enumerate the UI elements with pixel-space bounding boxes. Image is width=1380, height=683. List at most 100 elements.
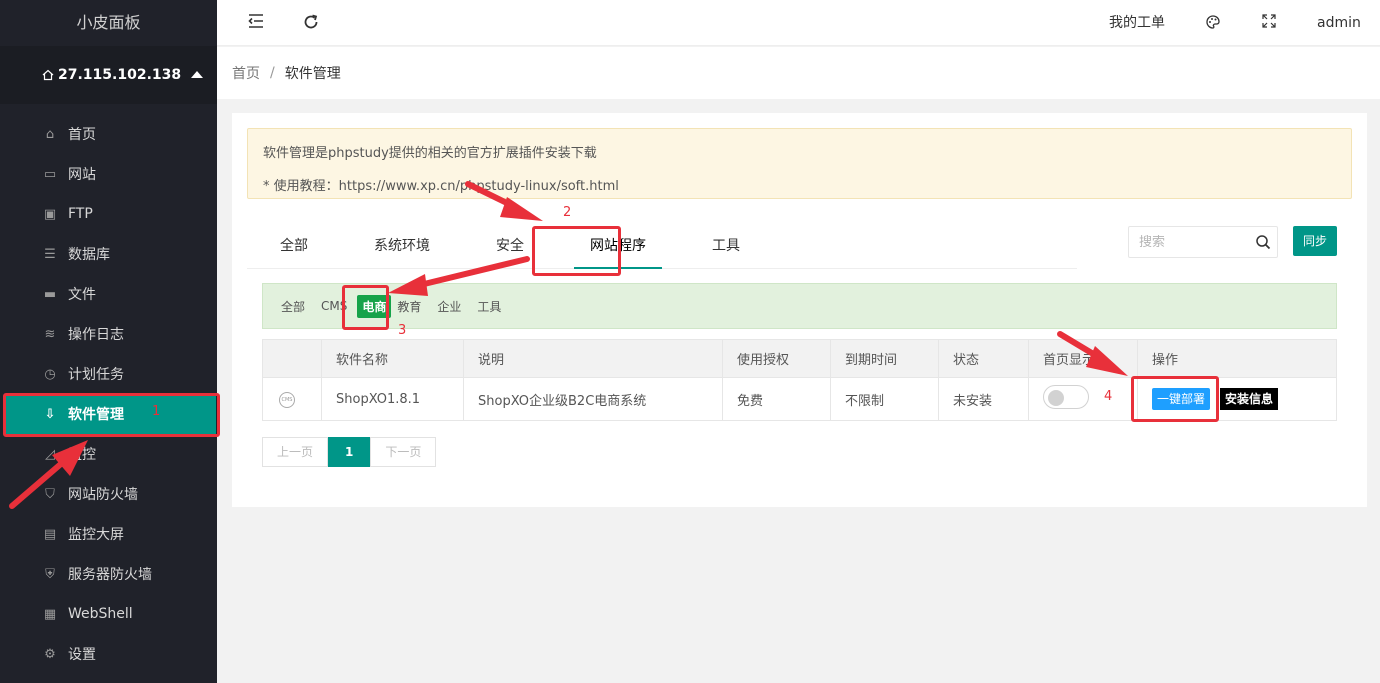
breadcrumb-home[interactable]: 首页: [232, 63, 260, 83]
subcategory-filter: 全部 CMS 电商 教育 企业 工具: [262, 283, 1337, 329]
content-card: 软件管理是phpstudy提供的相关的官方扩展插件安装下载 * 使用教程：htt…: [232, 113, 1367, 507]
search-icon[interactable]: [1255, 234, 1271, 250]
home-small-icon: [42, 69, 54, 81]
tab-tools[interactable]: 工具: [679, 215, 773, 269]
sidebar-item-label: 数据库: [68, 247, 110, 263]
row-desc: ShopXO企业级B2C电商系统: [463, 377, 723, 421]
caret-up-icon[interactable]: [191, 71, 203, 78]
notice-line-2: * 使用教程：https://www.xp.cn/phpstudy-linux/…: [263, 179, 619, 194]
refresh-icon[interactable]: [302, 14, 320, 32]
breadcrumb-separator: /: [270, 65, 275, 81]
sidebar: 小皮面板 27.115.102.138 ⌂ 首页 ▭ 网站 ▣ FTP ☰ 数据库 ▬ 文…: [0, 0, 217, 683]
col-desc: 说明: [463, 339, 723, 378]
row-name: ShopXO1.8.1: [321, 377, 464, 421]
my-tickets-link[interactable]: 我的工单: [1109, 0, 1165, 46]
menu-collapse-icon[interactable]: [247, 14, 265, 32]
screen-icon: ▤: [43, 526, 57, 542]
filter-tools[interactable]: 工具: [475, 296, 503, 317]
sidebar-item-label: 服务器防火墙: [68, 567, 152, 583]
gear-icon: ⚙: [44, 646, 56, 662]
row-license: 免费: [722, 377, 831, 421]
sidebar-item-label: WebShell: [68, 606, 133, 622]
app-logo: 小皮面板: [0, 0, 217, 46]
sidebar-item-label: 计划任务: [68, 367, 124, 383]
annotation-number-2: 2: [563, 205, 572, 220]
shield-check-icon: ⛨: [45, 566, 55, 582]
fullscreen-icon[interactable]: [1260, 14, 1278, 32]
notice-line-1: 软件管理是phpstudy提供的相关的官方扩展插件安装下载: [263, 146, 597, 161]
toggle-knob: [1048, 390, 1064, 406]
sidebar-item-settings[interactable]: ⚙ 设置: [0, 634, 217, 674]
sidebar-item-label: 操作日志: [68, 327, 124, 343]
prev-page-button[interactable]: 上一页: [262, 437, 329, 467]
install-info-button[interactable]: 安装信息: [1220, 388, 1279, 410]
sidebar-item-firewall[interactable]: ⛨ 服务器防火墙: [0, 554, 217, 594]
server-selector[interactable]: 27.115.102.138: [0, 46, 217, 104]
annotation-box-4: [1131, 376, 1219, 422]
breadcrumb-current: 软件管理: [284, 66, 341, 82]
sidebar-item-label: 文件: [68, 287, 96, 303]
col-expire: 到期时间: [830, 339, 939, 378]
next-page-button[interactable]: 下一页: [370, 437, 437, 467]
annotation-number-3: 3: [398, 323, 407, 338]
filter-education[interactable]: 教育: [395, 296, 423, 317]
server-ip: 27.115.102.138: [58, 67, 182, 83]
page-1-button[interactable]: 1: [328, 437, 371, 467]
sidebar-item-label: 网站: [68, 167, 96, 183]
database-icon: ☰: [44, 246, 56, 262]
layers-icon: ≋: [44, 326, 56, 342]
filter-enterprise[interactable]: 企业: [435, 296, 463, 317]
annotation-box-3: [342, 285, 389, 330]
filter-all[interactable]: 全部: [279, 296, 307, 317]
row-expire: 不限制: [830, 377, 939, 421]
row-icon-cell: CMS: [262, 377, 322, 421]
sidebar-item-ftp[interactable]: ▣ FTP: [0, 194, 217, 234]
sidebar-item-home[interactable]: ⌂ 首页: [0, 114, 217, 154]
col-homepage: 首页显示: [1028, 339, 1138, 378]
annotation-box-1: [3, 393, 220, 437]
monitor-icon: ▭: [43, 166, 57, 182]
search-input[interactable]: [1139, 234, 1249, 250]
annotation-number-1: 1: [152, 404, 161, 419]
tab-all[interactable]: 全部: [247, 215, 341, 269]
sync-button[interactable]: 同步: [1293, 226, 1337, 256]
sidebar-item-label: 首页: [68, 127, 96, 143]
theme-palette-icon[interactable]: [1204, 14, 1222, 32]
sidebar-item-label: 监控: [68, 447, 96, 463]
sidebar-item-website[interactable]: ▭ 网站: [0, 154, 217, 194]
username: admin: [1317, 15, 1361, 31]
sidebar-item-monitor[interactable]: ◿ 监控: [0, 434, 217, 474]
sidebar-item-label: FTP: [68, 206, 93, 222]
folder-icon: ▬: [43, 286, 57, 302]
sidebar-item-label: 设置: [68, 647, 96, 663]
col-actions: 操作: [1137, 339, 1337, 378]
col-name: 软件名称: [321, 339, 464, 378]
cms-icon: CMS: [279, 392, 295, 408]
sidebar-item-waf[interactable]: ⛉ 网站防火墙: [0, 474, 217, 514]
sidebar-item-database[interactable]: ☰ 数据库: [0, 234, 217, 274]
tab-system-env[interactable]: 系统环境: [341, 215, 463, 269]
breadcrumb: 首页 / 软件管理: [217, 47, 1380, 99]
ftp-icon: ▣: [43, 206, 57, 222]
top-header: 我的工单 admin: [217, 0, 1380, 72]
sidebar-item-files[interactable]: ▬ 文件: [0, 274, 217, 314]
pagination: 上一页 1 下一页: [262, 437, 437, 467]
sidebar-item-webshell[interactable]: ▦ WebShell: [0, 594, 217, 634]
row-status: 未安装: [938, 377, 1029, 421]
table-header-row: 软件名称 说明 使用授权 到期时间 状态 首页显示 操作: [262, 339, 1337, 378]
col-icon: [262, 339, 322, 378]
home-icon: ⌂: [45, 126, 55, 142]
user-menu[interactable]: admin: [1317, 0, 1380, 72]
annotation-box-2: [532, 226, 621, 276]
clock-icon: ◷: [44, 366, 56, 382]
notice-box: 软件管理是phpstudy提供的相关的官方扩展插件安装下载 * 使用教程：htt…: [247, 128, 1352, 199]
sidebar-item-label: 监控大屏: [68, 527, 124, 543]
sidebar-item-cron[interactable]: ◷ 计划任务: [0, 354, 217, 394]
shield-icon: ⛉: [45, 486, 55, 502]
row-homepage-cell: [1028, 377, 1138, 421]
category-tabs: 全部 系统环境 安全 网站程序 工具: [247, 215, 1077, 269]
sidebar-item-logs[interactable]: ≋ 操作日志: [0, 314, 217, 354]
search-box: [1128, 226, 1278, 258]
homepage-toggle[interactable]: [1043, 385, 1089, 409]
sidebar-item-dashboard[interactable]: ▤ 监控大屏: [0, 514, 217, 554]
